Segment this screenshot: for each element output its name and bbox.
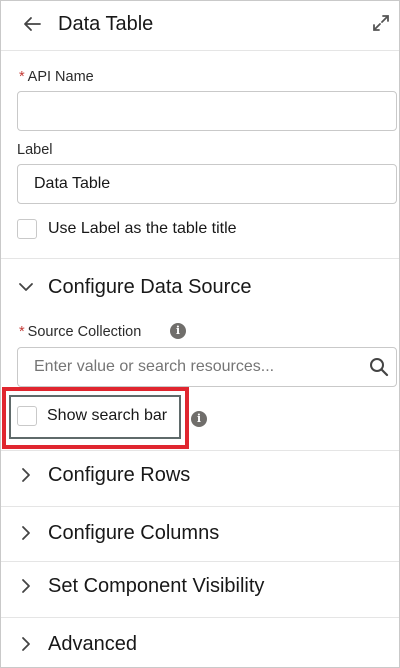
section-configure-rows[interactable]: Configure Rows <box>1 455 399 495</box>
divider <box>1 450 399 451</box>
panel-header: Data Table <box>1 1 399 51</box>
chevron-right-icon <box>22 468 30 482</box>
properties-panel: Data Table *API Name Label Use Label as … <box>0 0 400 668</box>
section-advanced[interactable]: Advanced <box>1 624 399 664</box>
section-configure-columns[interactable]: Configure Columns <box>1 513 399 553</box>
section-title: Advanced <box>48 633 137 655</box>
section-title: Configure Data Source <box>48 276 252 298</box>
section-configure-data-source[interactable]: Configure Data Source <box>1 267 399 307</box>
chevron-down-icon <box>19 283 33 291</box>
section-title: Set Component Visibility <box>48 575 265 597</box>
chevron-right-icon <box>22 526 30 540</box>
divider <box>1 561 399 562</box>
chevron-right-icon <box>22 637 30 651</box>
info-icon[interactable]: i <box>191 411 207 427</box>
chevron-right-icon <box>22 579 30 593</box>
source-collection-label-text: Source Collection <box>27 324 142 340</box>
divider <box>1 506 399 507</box>
label-input[interactable] <box>17 164 397 204</box>
search-icon[interactable] <box>369 357 389 377</box>
panel-title: Data Table <box>58 13 154 35</box>
section-title: Configure Columns <box>48 522 220 544</box>
use-label-title-label: Use Label as the table title <box>48 220 237 237</box>
label-field-label: Label <box>17 142 53 158</box>
divider <box>1 258 399 259</box>
expand-icon[interactable] <box>371 13 391 33</box>
api-name-input[interactable] <box>17 91 397 131</box>
section-set-component-visibility[interactable]: Set Component Visibility <box>1 566 399 606</box>
required-marker: * <box>19 324 25 340</box>
arrow-left-icon[interactable] <box>22 14 42 34</box>
show-search-bar-checkbox[interactable] <box>17 406 37 426</box>
source-collection-input[interactable] <box>17 347 397 387</box>
api-name-label-text: API Name <box>27 69 94 85</box>
info-icon[interactable]: i <box>170 323 186 339</box>
source-collection-label: * Source Collection <box>19 323 141 341</box>
section-title: Configure Rows <box>48 464 191 486</box>
use-label-title-checkbox[interactable] <box>17 219 37 239</box>
required-marker: * <box>19 69 25 85</box>
api-name-label: * API Name <box>19 68 94 86</box>
divider <box>1 617 399 618</box>
show-search-bar-label: Show search bar <box>47 407 168 424</box>
